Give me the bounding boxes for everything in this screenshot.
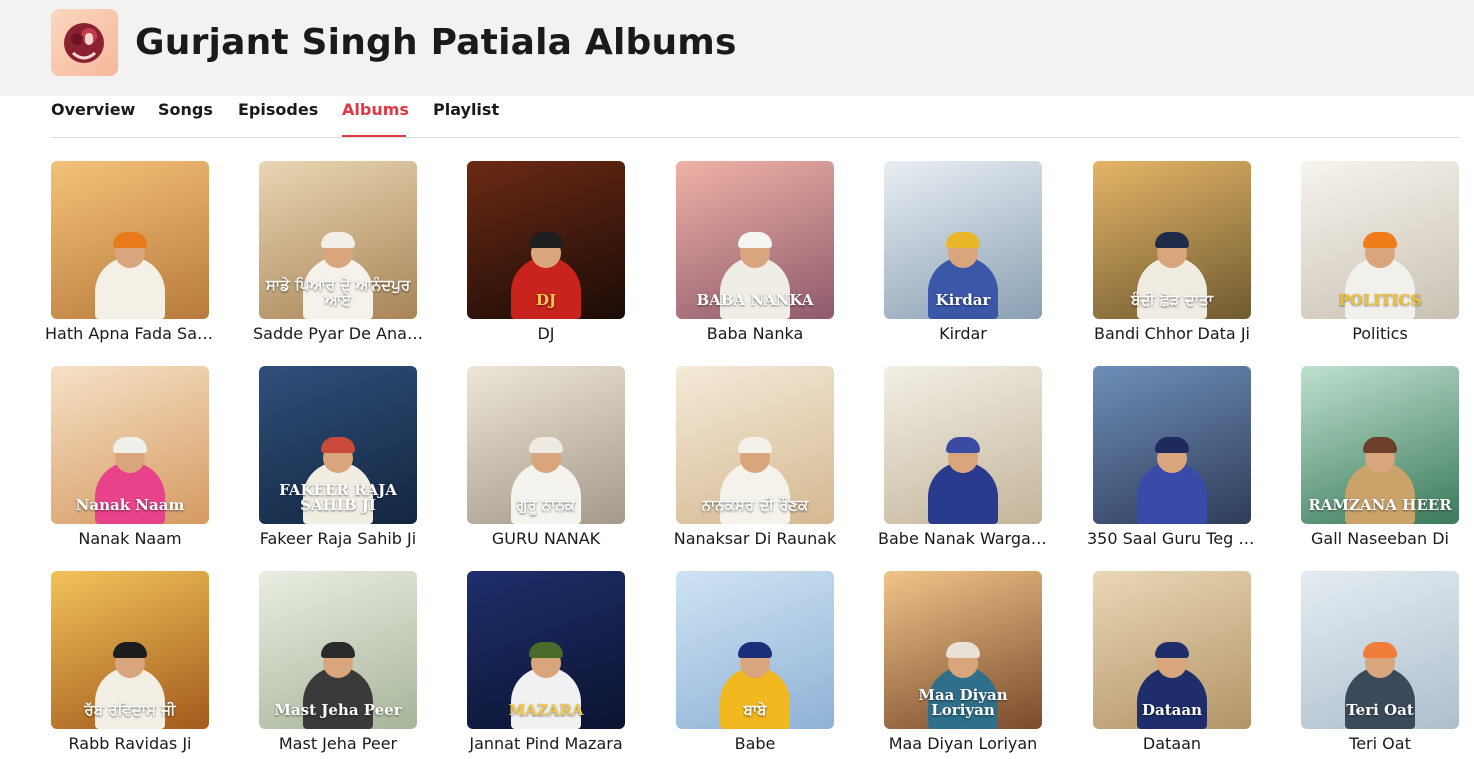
album-cover-text: Nanak Naam <box>75 496 185 515</box>
album-title[interactable]: Gall Naseeban Di <box>1295 529 1465 548</box>
tab-bar: Overview Songs Episodes Albums Playlist <box>51 96 1460 138</box>
tab-songs[interactable]: Songs <box>158 100 213 137</box>
album-cover-image[interactable]: ਬੰਦੀ ਛੋੜ ਦਾਤਾ <box>1093 161 1251 319</box>
album-title[interactable]: Babe Nanak Warga Baba <box>878 529 1048 548</box>
album-cover-image[interactable]: RAMZANA HEER <box>1301 366 1459 524</box>
album-cover-text: BABA NANKA <box>696 291 814 310</box>
album-cover-text: Teri Oat <box>1346 701 1414 720</box>
album-title[interactable]: Nanak Naam <box>45 529 215 548</box>
album-cover-image[interactable]: ਗੁਰੂ ਨਾਨਕ <box>467 366 625 524</box>
album-title[interactable]: Baba Nanka <box>670 324 840 343</box>
album-cover-text: DJ <box>535 291 557 310</box>
album-title[interactable]: Teri Oat <box>1295 734 1465 753</box>
album-cover-image[interactable]: ਸਾਡੇ ਪਿਆਰ ਦੇ ਆਨੰਦਪੁਰ ਆਏ <box>259 161 417 319</box>
tab-playlist[interactable]: Playlist <box>433 100 499 137</box>
album-title[interactable]: DJ <box>461 324 631 343</box>
album-cover-text: FAKEER RAJA SAHIB JI <box>279 480 397 515</box>
album-cover-text: MAZARA <box>508 701 584 720</box>
album-cover-text: ਗੁਰੂ ਨਾਨਕ <box>516 496 576 515</box>
album-title[interactable]: GURU NANAK <box>461 529 631 548</box>
tab-episodes[interactable]: Episodes <box>238 100 318 137</box>
album-title[interactable]: Hath Apna Fada Sada Sahib Ji <box>45 324 215 343</box>
album-title[interactable]: Fakeer Raja Sahib Ji <box>253 529 423 548</box>
album-cover-text: Mast Jeha Peer <box>274 701 402 720</box>
album-cover-image[interactable]: Nanak Naam <box>51 366 209 524</box>
album-title[interactable]: Dataan <box>1087 734 1257 753</box>
album-cover-figure <box>1137 429 1207 524</box>
album-cover-text: Dataan <box>1142 701 1202 720</box>
album-cover-text: ਸਾਡੇ ਪਿਆਰ ਦੇ ਆਨੰਦਪੁਰ ਆਏ <box>265 275 411 310</box>
album-cover-image[interactable]: POLITICS <box>1301 161 1459 319</box>
album-cover-image[interactable]: Teri Oat <box>1301 571 1459 729</box>
album-cover-image[interactable]: Dataan <box>1093 571 1251 729</box>
album-title[interactable]: Bandi Chhor Data Ji <box>1087 324 1257 343</box>
album-cover-image[interactable]: Maa Diyan Loriyan <box>884 571 1042 729</box>
album-cover-image[interactable]: ਬਾਬੇ <box>676 571 834 729</box>
album-cover-text: Maa Diyan Loriyan <box>918 685 1008 720</box>
album-title[interactable]: Jannat Pind Mazara <box>461 734 631 753</box>
header-bar: Gurjant Singh Patiala Albums <box>0 0 1474 96</box>
page-title: Gurjant Singh Patiala Albums <box>135 22 737 63</box>
album-cover-text: RAMZANA HEER <box>1308 496 1452 515</box>
album-title[interactable]: Nanaksar Di Raunak <box>670 529 840 548</box>
album-cover-image[interactable]: ਰੱਬ ਰਵਿਦਾਸ ਜੀ <box>51 571 209 729</box>
album-title[interactable]: Sadde Pyar De Anandpur Aa <box>253 324 423 343</box>
album-cover-text: ਰੱਬ ਰਵਿਦਾਸ ਜੀ <box>84 701 176 720</box>
album-title[interactable]: 350 Saal Guru Teg Bahadar Naal <box>1087 529 1257 548</box>
album-title[interactable]: Kirdar <box>878 324 1048 343</box>
album-cover-figure <box>928 429 998 524</box>
album-cover-image[interactable] <box>51 161 209 319</box>
album-cover-image[interactable]: Mast Jeha Peer <box>259 571 417 729</box>
album-cover-image[interactable]: Kirdar <box>884 161 1042 319</box>
album-cover-image[interactable]: BABA NANKA <box>676 161 834 319</box>
album-cover-image[interactable] <box>1093 366 1251 524</box>
album-cover-image[interactable]: MAZARA <box>467 571 625 729</box>
album-title[interactable]: Rabb Ravidas Ji <box>45 734 215 753</box>
album-title[interactable]: Politics <box>1295 324 1465 343</box>
album-cover-image[interactable] <box>884 366 1042 524</box>
album-cover-image[interactable]: ਨਾਨਕਸਰ ਦੀ ਰੌਣਕ <box>676 366 834 524</box>
album-cover-text: ਬੰਦੀ ਛੋੜ ਦਾਤਾ <box>1131 291 1213 310</box>
album-cover-figure <box>95 224 165 319</box>
tab-overview[interactable]: Overview <box>51 100 135 137</box>
album-cover-image[interactable]: FAKEER RAJA SAHIB JI <box>259 366 417 524</box>
album-cover-text: ਬਾਬੇ <box>743 701 767 720</box>
album-title[interactable]: Babe <box>670 734 840 753</box>
album-title[interactable]: Maa Diyan Loriyan <box>878 734 1048 753</box>
album-cover-text: ਨਾਨਕਸਰ ਦੀ ਰੌਣਕ <box>701 496 809 515</box>
album-cover-text: Kirdar <box>935 291 991 310</box>
album-cover-image[interactable]: DJ <box>467 161 625 319</box>
album-cover-text: POLITICS <box>1338 291 1422 310</box>
album-title[interactable]: Mast Jeha Peer <box>253 734 423 753</box>
podcast-logo-icon <box>51 9 118 76</box>
tab-albums[interactable]: Albums <box>342 100 409 137</box>
